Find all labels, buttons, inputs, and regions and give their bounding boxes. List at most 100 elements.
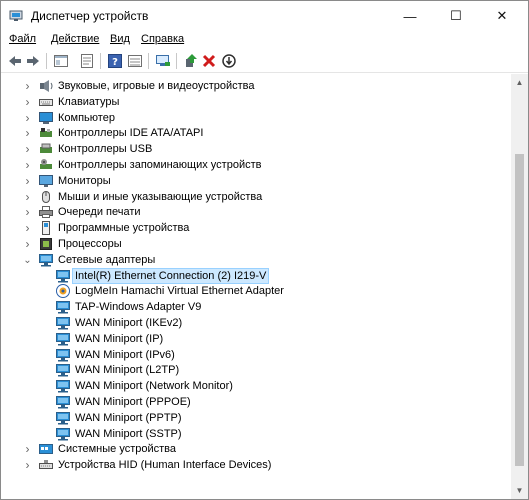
- scan-hardware-button[interactable]: [154, 52, 172, 70]
- expand-arrow-icon[interactable]: ›: [23, 441, 32, 457]
- expand-arrow-icon[interactable]: ›: [23, 220, 32, 236]
- expand-arrow-icon[interactable]: ›: [23, 204, 32, 220]
- device-manager-app-icon: [9, 10, 23, 21]
- tree-item-label: Компьютер: [58, 112, 115, 124]
- tree-item-label: Мониторы: [58, 175, 111, 187]
- properties-icon: [81, 54, 93, 68]
- scan-hardware-icon: [156, 55, 170, 66]
- expand-arrow-icon[interactable]: ›: [23, 173, 32, 189]
- view-button[interactable]: [126, 52, 144, 70]
- tree-device[interactable]: WAN Miniport (L2TP): [1, 362, 511, 378]
- properties-button[interactable]: [78, 52, 96, 70]
- collapse-arrow-icon[interactable]: ⌄: [23, 252, 32, 268]
- tree-device[interactable]: WAN Miniport (IP): [1, 331, 511, 347]
- network-adapter-icon: [56, 270, 70, 283]
- expand-arrow-icon[interactable]: ›: [23, 189, 32, 205]
- close-button[interactable]: ✕: [479, 1, 525, 31]
- tree-category[interactable]: › Устройства HID (Human Interface Devices…: [1, 457, 511, 473]
- expand-arrow-icon[interactable]: ›: [23, 141, 32, 157]
- tree-category[interactable]: › Контроллеры IDE ATA/ATAPI: [1, 125, 511, 141]
- tree-device[interactable]: WAN Miniport (PPTP): [1, 410, 511, 426]
- expand-arrow-icon[interactable]: ›: [23, 125, 32, 141]
- toolbar-separator: [176, 53, 177, 69]
- tree-category[interactable]: › Системные устройства: [1, 441, 511, 457]
- disable-button[interactable]: [220, 52, 238, 70]
- menu-file-label: Файл: [9, 33, 37, 45]
- tree-category[interactable]: › Очереди печати: [1, 204, 511, 220]
- tree-device[interactable]: WAN Miniport (SSTP): [1, 426, 511, 442]
- menu-file[interactable]: Файл: [9, 33, 36, 45]
- menu-action[interactable]: Действие: [51, 33, 99, 45]
- disable-icon: [222, 54, 236, 68]
- hid-device-icon: [39, 460, 53, 469]
- uninstall-button[interactable]: [200, 52, 218, 70]
- properties-pane-button[interactable]: [52, 52, 70, 70]
- tree-item-label: Контроллеры запоминающих устройств: [58, 159, 262, 171]
- network-adapter-icon: [56, 349, 70, 362]
- tree-category[interactable]: › Контроллеры запоминающих устройств: [1, 157, 511, 173]
- minimize-button[interactable]: —: [387, 1, 433, 31]
- menu-help-label: Справка: [141, 33, 185, 45]
- expand-arrow-icon[interactable]: ›: [23, 236, 32, 252]
- tree-item-label: WAN Miniport (PPTP): [75, 412, 182, 424]
- usb-controller-icon: [40, 143, 52, 153]
- toolbar-separator: [100, 53, 101, 69]
- tree-category[interactable]: › Мыши и иные указывающие устройства: [1, 189, 511, 205]
- tree-category[interactable]: › Программные устройства: [1, 220, 511, 236]
- tree-device[interactable]: WAN Miniport (PPPOE): [1, 394, 511, 410]
- tree-item-label: WAN Miniport (SSTP): [75, 428, 182, 440]
- tree-category[interactable]: › Мониторы: [1, 173, 511, 189]
- processor-icon: [40, 238, 52, 250]
- network-adapter-icon: [56, 333, 70, 346]
- tree-category[interactable]: › Контроллеры USB: [1, 141, 511, 157]
- network-adapter-icon: [56, 301, 70, 314]
- title-bar: Диспетчер устройств — ☐ ✕: [1, 1, 528, 31]
- tree-item-label: WAN Miniport (L2TP): [75, 364, 180, 376]
- tree-category[interactable]: › Процессоры: [1, 236, 511, 252]
- forward-button[interactable]: [24, 52, 42, 70]
- tree-device[interactable]: WAN Miniport (Network Monitor): [1, 378, 511, 394]
- expand-arrow-icon[interactable]: ›: [23, 457, 32, 473]
- tree-category[interactable]: › Звуковые, игровые и видеоустройства: [1, 78, 511, 94]
- expand-arrow-icon[interactable]: ›: [23, 78, 32, 94]
- tree-category[interactable]: ⌄ Сетевые адаптеры: [1, 252, 511, 268]
- tree-item-label: Очереди печати: [58, 206, 141, 218]
- svg-text:?: ?: [112, 57, 118, 68]
- tree-device[interactable]: Intel(R) Ethernet Connection (2) I219-V: [1, 268, 511, 284]
- forward-icon: [27, 56, 39, 66]
- tree-item-label: LogMeIn Hamachi Virtual Ethernet Adapter: [75, 285, 284, 297]
- expand-arrow-icon[interactable]: ›: [23, 94, 32, 110]
- tree-item-label: TAP-Windows Adapter V9: [75, 301, 202, 313]
- tree-device[interactable]: TAP-Windows Adapter V9: [1, 299, 511, 315]
- scrollbar-thumb[interactable]: [515, 154, 524, 466]
- tree-item-label: Процессоры: [58, 238, 122, 250]
- tree-item-label: Контроллеры IDE ATA/ATAPI: [58, 127, 204, 139]
- help-button[interactable]: ?: [106, 52, 124, 70]
- storage-controller-icon: [40, 159, 52, 169]
- uninstall-icon: [202, 54, 216, 68]
- device-tree[interactable]: › Звуковые, игровые и видеоустройства › Кла…: [1, 74, 511, 494]
- network-adapter-icon: [56, 396, 70, 409]
- printer-icon: [39, 206, 53, 218]
- scroll-up-arrow-icon[interactable]: ▲: [511, 74, 528, 91]
- vertical-scrollbar[interactable]: ▲ ▼: [511, 74, 528, 499]
- tree-device[interactable]: LogMeIn Hamachi Virtual Ethernet Adapter: [1, 283, 511, 299]
- expand-arrow-icon[interactable]: ›: [23, 157, 32, 173]
- tree-device[interactable]: WAN Miniport (IPv6): [1, 347, 511, 363]
- maximize-button[interactable]: ☐: [433, 1, 479, 31]
- tree-item-label: Устройства HID (Human Interface Devices): [58, 459, 272, 471]
- window-title: Диспетчер устройств: [31, 9, 149, 23]
- tree-category[interactable]: › Клавиатуры: [1, 94, 511, 110]
- update-driver-button[interactable]: [182, 52, 200, 70]
- tree-item-label: Клавиатуры: [58, 96, 120, 108]
- expand-arrow-icon[interactable]: ›: [23, 110, 32, 126]
- menu-help[interactable]: Справка: [141, 33, 184, 45]
- tree-category[interactable]: › Компьютер: [1, 110, 511, 126]
- toolbar-separator: [148, 53, 149, 69]
- software-device-icon: [42, 221, 50, 235]
- back-button[interactable]: [6, 52, 24, 70]
- tree-device[interactable]: WAN Miniport (IKEv2): [1, 315, 511, 331]
- tree-item-label: WAN Miniport (IKEv2): [75, 317, 183, 329]
- menu-view[interactable]: Вид: [110, 33, 130, 45]
- scroll-down-arrow-icon[interactable]: ▼: [511, 482, 528, 499]
